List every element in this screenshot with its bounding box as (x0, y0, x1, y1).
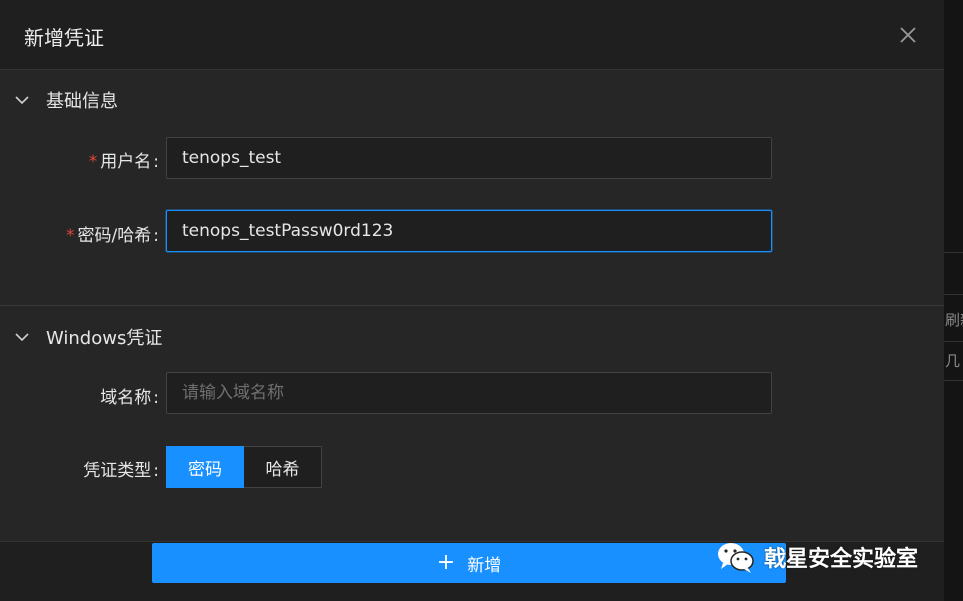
section-windows-header[interactable]: Windows凭证 (0, 317, 944, 357)
drawer-title: 新增凭证 (24, 26, 104, 50)
background-text-fragment: 刷新 (945, 311, 963, 329)
chevron-down-icon (15, 96, 29, 105)
password-label: * 密码/哈希: (66, 226, 159, 246)
background-page (944, 0, 963, 601)
add-button-label: 新增 (467, 555, 502, 576)
background-divider (944, 341, 963, 342)
credential-type-hash-option[interactable]: 哈希 (244, 446, 322, 488)
wechat-logo-icon (718, 543, 754, 573)
section-title: Windows凭证 (46, 328, 163, 349)
required-mark: * (66, 226, 75, 246)
background-divider (944, 252, 963, 253)
section-divider (0, 305, 944, 306)
username-field[interactable] (166, 137, 772, 179)
username-label: * 用户名: (88, 152, 159, 172)
add-credential-button[interactable]: + 新增 (152, 543, 786, 583)
background-divider (944, 380, 963, 381)
section-title: 基础信息 (46, 91, 118, 112)
password-hash-field[interactable] (166, 210, 772, 252)
background-text-fragment: 几 (945, 352, 961, 370)
credential-type-password-option[interactable]: 密码 (166, 446, 244, 488)
close-icon[interactable] (896, 23, 920, 47)
domain-label: 域名称: (100, 388, 159, 408)
watermark-text: 戟星安全实验室 (764, 547, 919, 572)
new-credential-drawer: 新增凭证 基础信息 *用户名: *密码/哈希: Windows凭证 域名称: 凭… (0, 0, 944, 601)
drawer-header: 新增凭证 (0, 0, 944, 70)
background-divider (944, 294, 963, 295)
credential-type-label: 凭证类型: (83, 461, 159, 481)
section-basic-info-header[interactable]: 基础信息 (0, 80, 944, 120)
required-mark: * (88, 152, 98, 172)
chevron-down-icon (15, 333, 29, 342)
watermark: 戟星安全实验室 (716, 537, 918, 577)
credential-type-toggle: 密码 哈希 (166, 446, 322, 488)
plus-icon: + (436, 550, 456, 575)
domain-field[interactable] (166, 372, 772, 414)
